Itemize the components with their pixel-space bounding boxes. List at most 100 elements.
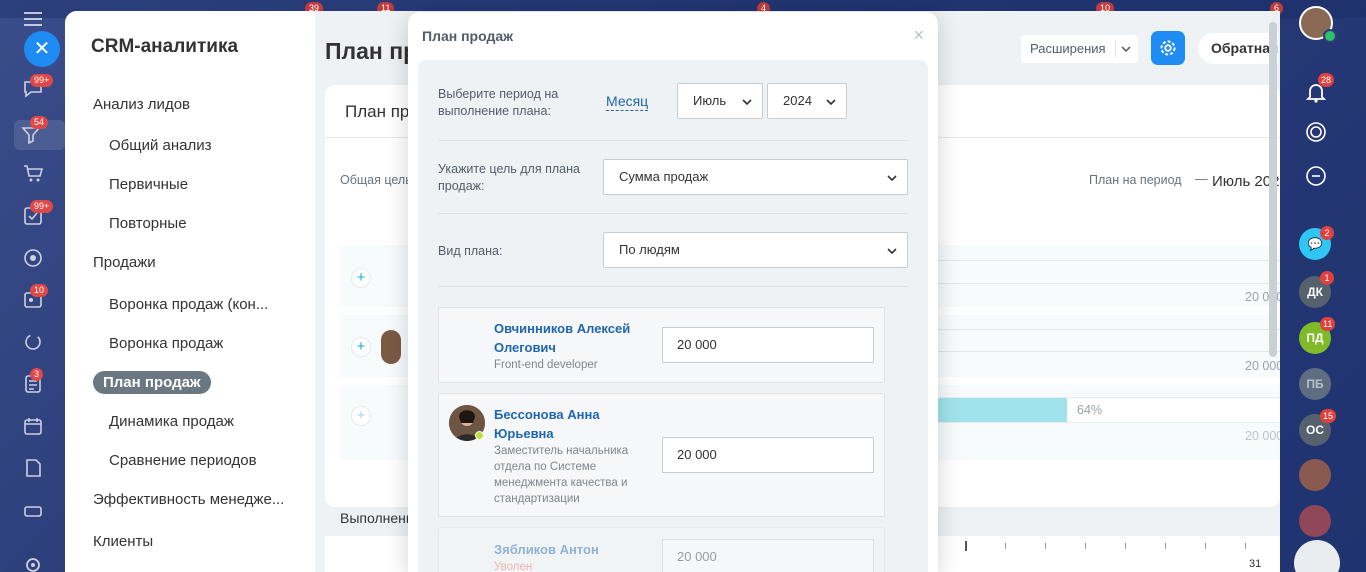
person-position: Front-end developer <box>494 359 598 371</box>
dialog-title: План продаж <box>422 28 514 44</box>
sidebar-title: CRM-аналитика <box>91 36 239 57</box>
menu-item-repeat[interactable]: Повторные <box>109 215 187 232</box>
spiral-icon[interactable] <box>1303 119 1329 145</box>
menu-item-sales-plan[interactable]: План продаж <box>93 371 211 394</box>
avatar <box>381 330 401 364</box>
scrollbar[interactable] <box>1269 22 1277 357</box>
close-slider-button[interactable]: ✕ <box>24 31 60 67</box>
chevron-down-icon <box>887 175 897 182</box>
document-icon[interactable] <box>22 457 44 479</box>
person-name[interactable]: Овчинников Алексей Олегович <box>494 319 654 357</box>
gear-icon[interactable] <box>22 554 44 572</box>
row-value: 20 000 <box>1245 359 1280 373</box>
sync-icon[interactable] <box>22 331 44 353</box>
menu-item-manager-efficiency[interactable]: Эффективность менедже... <box>93 491 284 508</box>
extensions-button[interactable]: Расширения <box>1021 35 1138 63</box>
goal-label: Укажите цель для плана продаж: <box>438 162 580 193</box>
tick <box>965 541 967 551</box>
chevron-down-icon <box>1121 46 1131 53</box>
left-navigation: 99+ 54 99+ 10 3 <box>0 0 65 572</box>
grid-line <box>935 351 1280 352</box>
add-icon[interactable]: + <box>351 268 371 288</box>
plan-amount-input[interactable]: 20 000 <box>662 539 874 572</box>
chat-badge: 2 <box>1320 226 1334 240</box>
user-badge: 15 <box>1320 409 1337 423</box>
support-icon[interactable] <box>1303 163 1329 189</box>
person-card: Овчинников Алексей Олегович Front-end de… <box>438 307 885 383</box>
plan-type-value: По людям <box>619 242 680 257</box>
year-select[interactable]: 2024 <box>767 83 847 119</box>
month-value: Июль <box>693 93 727 108</box>
plan-amount-input[interactable]: 20 000 <box>662 327 874 363</box>
menu-item-general-analysis[interactable]: Общий анализ <box>109 137 212 154</box>
dialog-body: Выберите период на выполнение плана: Мес… <box>418 60 928 572</box>
timeline-day-label: 31 <box>1249 558 1262 570</box>
year-value: 2024 <box>783 93 812 108</box>
person-card: Зябликов Антон Уволен 20 000 <box>438 527 885 572</box>
row-value: 20 000 <box>1245 429 1280 443</box>
chevron-down-icon <box>887 248 897 255</box>
plan-type-select[interactable]: По людям <box>603 232 908 268</box>
menu-item-sales-funnel[interactable]: Воронка продаж <box>109 335 223 352</box>
divider <box>438 213 908 214</box>
goal-value: Сумма продаж <box>619 169 709 184</box>
separator <box>1115 41 1116 57</box>
plan-period-label: План на период <box>1089 173 1182 187</box>
person-position: Заместитель начальника отдела по Системе… <box>494 445 629 505</box>
period-type-link[interactable]: Месяц <box>606 93 649 111</box>
menu-item-period-comparison[interactable]: Сравнение периодов <box>109 452 257 469</box>
nav-badge: 99+ <box>30 200 54 213</box>
menu-item-leads-analysis[interactable]: Анализ лидов <box>93 96 190 113</box>
add-icon[interactable]: + <box>351 337 371 357</box>
period-label: Выберите период на выполнение плана: <box>438 87 559 118</box>
calendar-icon[interactable] <box>22 415 44 437</box>
menu-item-sales[interactable]: Продажи <box>93 254 156 271</box>
user-badge: 1 <box>1320 271 1334 285</box>
close-icon: ✕ <box>33 38 51 60</box>
menu-item-clients[interactable]: Клиенты <box>93 533 153 550</box>
notifications-badge: 28 <box>1318 73 1335 87</box>
person-name[interactable]: Бессонова Анна Юрьевна <box>494 405 654 443</box>
drive-icon[interactable] <box>22 499 44 521</box>
month-select[interactable]: Июль <box>677 83 763 119</box>
plan-amount-input[interactable]: 20 000 <box>662 437 874 473</box>
menu-item-primary[interactable]: Первичные <box>109 176 188 193</box>
grid-line <box>935 260 1280 261</box>
total-goal-label: Общая цель <box>340 173 412 187</box>
status-icon <box>1323 29 1337 43</box>
nav-badge: 99+ <box>30 74 54 87</box>
person-name[interactable]: Зябликов Антон <box>494 540 654 559</box>
menu-item-sales-dynamics[interactable]: Динамика продаж <box>109 413 234 430</box>
nav-badge: 10 <box>30 284 49 297</box>
settings-button[interactable] <box>1151 31 1185 65</box>
person-position: Уволен <box>494 561 533 572</box>
user-avatar-pb[interactable]: ПБ <box>1299 368 1331 400</box>
divider <box>438 140 908 141</box>
tick <box>1245 543 1246 549</box>
tick <box>1045 543 1046 549</box>
divider <box>438 286 908 287</box>
grid-line <box>935 283 1280 284</box>
user-avatar[interactable] <box>1299 459 1331 491</box>
plan-period-dash: — <box>1195 172 1208 186</box>
chevron-down-icon <box>826 99 836 106</box>
tick <box>1085 543 1086 549</box>
person-card: Бессонова Анна Юрьевна Заместитель начал… <box>438 393 885 517</box>
progress-bar <box>935 398 1068 422</box>
nav-badge: 54 <box>30 116 49 129</box>
nav-badge: 3 <box>30 368 44 381</box>
tick <box>1205 543 1206 549</box>
target-icon[interactable] <box>22 247 44 269</box>
feedback-button[interactable]: Обратная связь <box>1198 33 1278 64</box>
analytics-sidebar: CRM-аналитика Анализ лидов Общий анализ … <box>65 11 315 572</box>
menu-item-sales-funnel-conversion[interactable]: Воронка продаж (кон... <box>109 296 268 313</box>
close-icon[interactable]: × <box>913 25 924 46</box>
user-avatar[interactable] <box>1299 505 1331 537</box>
menu-icon[interactable] <box>24 12 42 26</box>
extensions-label: Расширения <box>1030 41 1106 56</box>
add-icon[interactable]: + <box>351 406 371 426</box>
progress-percent: 64% <box>1077 403 1103 417</box>
goal-select[interactable]: Сумма продаж <box>603 159 908 195</box>
tick <box>1125 543 1126 549</box>
cart-icon[interactable] <box>22 162 44 184</box>
